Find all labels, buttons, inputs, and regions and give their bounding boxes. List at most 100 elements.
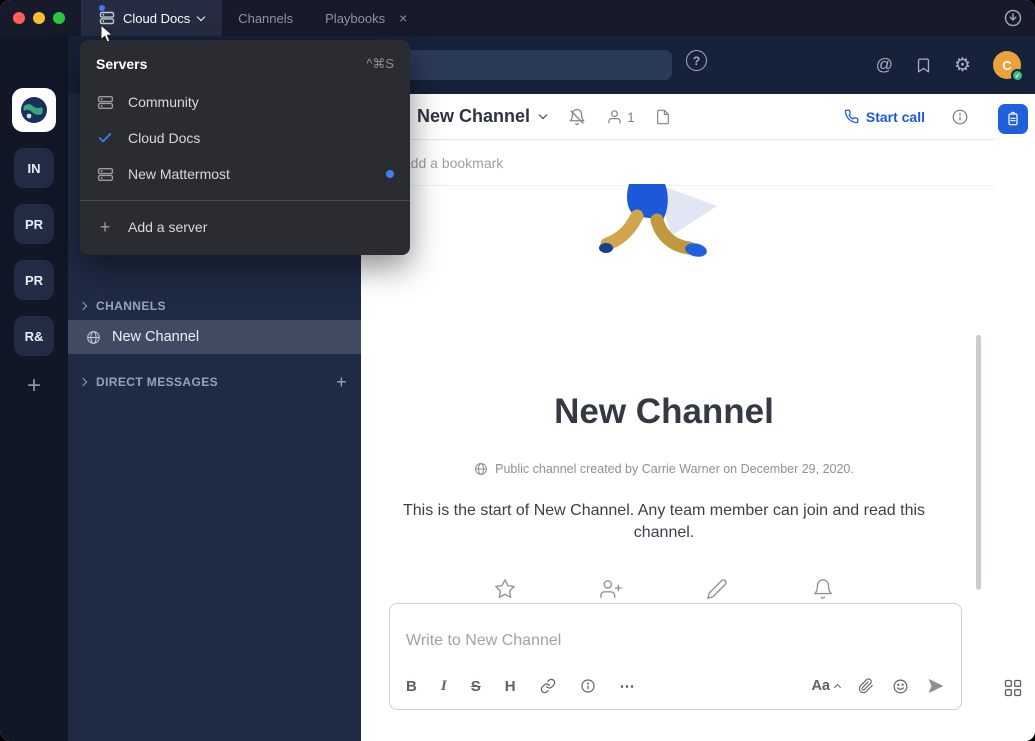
chevron-right-icon xyxy=(79,302,87,310)
server-stack-icon xyxy=(96,166,114,183)
member-count[interactable]: 1 xyxy=(606,108,635,125)
intro-meta-text: Public channel created by Carrie Warner … xyxy=(495,462,854,476)
download-icon[interactable] xyxy=(1003,8,1023,28)
team-badge[interactable]: R& xyxy=(14,316,54,356)
intro-description: This is the start of New Channel. Any te… xyxy=(392,500,937,545)
settings-gear-icon[interactable]: ⚙ xyxy=(954,56,971,75)
team-badge[interactable]: PR xyxy=(14,204,54,244)
send-button[interactable] xyxy=(927,677,945,695)
more-formatting-button[interactable]: ⋯ xyxy=(620,677,636,695)
menu-item-new-mattermost[interactable]: New Mattermost xyxy=(80,156,410,192)
intro-channel-title: New Channel xyxy=(361,392,967,432)
playbooks-app-icon[interactable] xyxy=(998,104,1028,134)
servers-menu-header: Servers ^⌘S xyxy=(80,48,410,84)
help-button[interactable]: ? xyxy=(686,50,707,71)
chevron-down-icon xyxy=(197,12,205,20)
menu-item-cloud-docs[interactable]: Cloud Docs xyxy=(80,120,410,156)
titlebar: Cloud Docs Channels Playbooks × xyxy=(0,0,1035,36)
servers-dropdown-menu: Servers ^⌘S Community Cloud Docs xyxy=(80,40,410,255)
header-actions: @ ⚙ C ✓ xyxy=(876,36,1021,94)
search-box[interactable] xyxy=(378,50,672,80)
paperclip-icon xyxy=(858,678,874,694)
add-direct-message-button[interactable]: + xyxy=(336,372,347,393)
team-initials: IN xyxy=(28,161,41,176)
servers-menu-shortcut: ^⌘S xyxy=(366,56,394,72)
message-composer[interactable]: B I S H ⋯ Aa xyxy=(389,603,962,710)
channel-intro-illustration xyxy=(599,184,729,284)
minimize-window-button[interactable] xyxy=(33,12,45,24)
close-tab-icon[interactable]: × xyxy=(399,10,407,26)
search-input[interactable] xyxy=(378,50,672,80)
avatar-initial: C xyxy=(1002,58,1011,73)
chevron-right-icon xyxy=(79,378,87,386)
smiley-icon xyxy=(892,678,909,695)
composer-right-tools: Aa xyxy=(811,677,945,695)
mouse-cursor xyxy=(99,24,114,44)
show-format-bar-button[interactable]: Aa xyxy=(811,678,840,694)
pinned-files-icon[interactable] xyxy=(655,109,671,125)
phone-icon xyxy=(844,109,859,124)
server-tab-label: Cloud Docs xyxy=(123,11,190,26)
active-server-avatar[interactable] xyxy=(12,88,56,132)
menu-item-label: New Mattermost xyxy=(128,166,230,182)
team-badge[interactable]: PR xyxy=(14,260,54,300)
online-status-badge: ✓ xyxy=(1011,69,1024,82)
member-count-value: 1 xyxy=(627,109,635,125)
channel-header-right: Start call xyxy=(844,108,969,126)
globe-icon xyxy=(474,462,488,476)
channel-info-icon[interactable] xyxy=(951,108,969,126)
italic-button[interactable]: I xyxy=(441,678,447,695)
clipboard-icon xyxy=(1005,111,1021,127)
avatar[interactable]: C ✓ xyxy=(993,51,1021,79)
tab-playbooks-label: Playbooks xyxy=(325,11,385,26)
strikethrough-button[interactable]: S xyxy=(471,678,481,695)
team-badge[interactable]: IN xyxy=(14,148,54,188)
help-icon: ? xyxy=(693,54,700,68)
app-bar xyxy=(995,94,1035,741)
chevron-up-icon xyxy=(834,684,841,691)
star-icon xyxy=(494,578,516,600)
bookmark-bar[interactable]: + Add a bookmark xyxy=(361,140,995,186)
members-icon xyxy=(606,108,623,125)
close-window-button[interactable] xyxy=(13,12,25,24)
sidebar-item-new-channel[interactable]: New Channel xyxy=(68,320,361,354)
server-stack-icon xyxy=(96,94,114,111)
zoom-window-button[interactable] xyxy=(53,12,65,24)
menu-item-label: Cloud Docs xyxy=(128,130,200,146)
link-button[interactable] xyxy=(540,678,556,694)
add-team-button[interactable]: + xyxy=(27,374,41,398)
globe-icon xyxy=(86,330,101,345)
heading-button[interactable]: H xyxy=(505,678,516,695)
scrollbar[interactable] xyxy=(976,335,981,590)
formatting-help-icon[interactable] xyxy=(580,678,596,694)
add-server-button[interactable]: + Add a server xyxy=(80,209,410,245)
channel-title-menu[interactable]: New Channel xyxy=(417,106,546,127)
sidebar-category-direct-messages[interactable]: DIRECT MESSAGES + xyxy=(68,370,361,394)
pencil-icon xyxy=(706,578,728,600)
at-mentions-icon[interactable]: @ xyxy=(876,55,893,75)
menu-item-community[interactable]: Community xyxy=(80,84,410,120)
tab-channels[interactable]: Channels xyxy=(222,0,309,36)
attach-file-button[interactable] xyxy=(858,678,874,694)
unread-dot xyxy=(386,170,394,178)
unread-dot xyxy=(99,5,105,11)
channel-label: New Channel xyxy=(112,329,199,345)
tab-playbooks[interactable]: Playbooks × xyxy=(309,0,423,36)
start-call-label: Start call xyxy=(866,109,925,125)
notifications-muted-icon[interactable] xyxy=(568,108,586,126)
menu-item-label: Community xyxy=(128,94,199,110)
add-bookmark-label: Add a bookmark xyxy=(401,155,503,171)
start-call-button[interactable]: Start call xyxy=(844,109,925,125)
saved-posts-icon[interactable] xyxy=(915,57,932,74)
message-input[interactable] xyxy=(390,604,961,659)
add-person-icon xyxy=(600,578,622,600)
plus-icon: + xyxy=(96,218,114,236)
composer-toolbar: B I S H ⋯ Aa xyxy=(390,663,961,709)
app-grid-icon[interactable] xyxy=(1003,678,1023,698)
window-controls xyxy=(0,0,81,36)
format-label: Aa xyxy=(811,678,830,694)
add-server-label: Add a server xyxy=(128,219,207,235)
bold-button[interactable]: B xyxy=(406,678,417,695)
emoji-button[interactable] xyxy=(892,678,909,695)
sidebar-category-channels[interactable]: CHANNELS xyxy=(68,294,361,318)
